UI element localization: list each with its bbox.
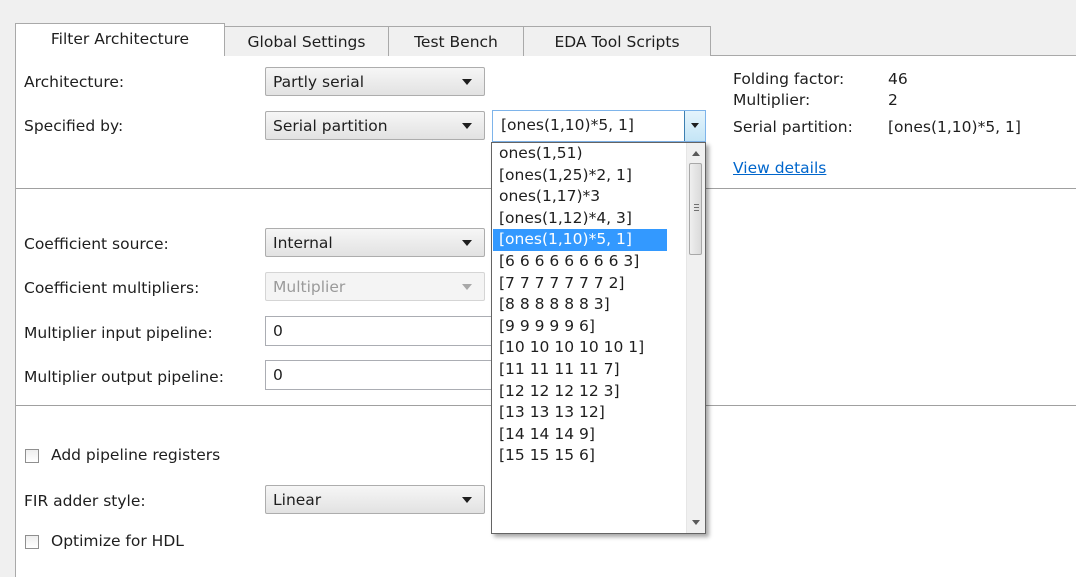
multiplier-value: 2 [888, 91, 898, 109]
multiplier-output-pipeline-label: Multiplier output pipeline: [24, 368, 224, 386]
coefficient-multipliers-label: Coefficient multipliers: [24, 279, 200, 297]
serial-partition-input[interactable]: [ones(1,10)*5, 1] [501, 115, 634, 135]
chevron-down-icon [462, 497, 472, 503]
dropdown-option[interactable]: [ones(1,12)*4, 3] [493, 208, 667, 230]
specified-by-value: Serial partition [273, 117, 388, 135]
folding-factor-value: 46 [888, 70, 908, 88]
dropdown-option[interactable]: ones(1,51) [493, 143, 667, 165]
chevron-down-icon [462, 284, 472, 290]
coefficient-source-select[interactable]: Internal [265, 228, 485, 257]
architecture-select[interactable]: Partly serial [265, 67, 485, 96]
field-value: 0 [273, 366, 283, 384]
serial-partition-combo[interactable]: [ones(1,10)*5, 1] [492, 110, 706, 142]
multiplier-label: Multiplier: [733, 91, 811, 109]
dropdown-option[interactable]: [12 12 12 12 3] [493, 381, 667, 403]
dropdown-option[interactable]: [10 10 10 10 10 1] [493, 337, 667, 359]
chevron-down-icon [462, 240, 472, 246]
dropdown-option[interactable]: [9 9 9 9 9 6] [493, 316, 667, 338]
coefficient-multipliers-value: Multiplier [273, 278, 346, 296]
multiplier-input-pipeline-field[interactable]: 0 [265, 316, 495, 346]
chevron-down-icon [691, 123, 699, 128]
architecture-value: Partly serial [273, 73, 365, 91]
multiplier-input-pipeline-label: Multiplier input pipeline: [24, 324, 213, 342]
grip-line [694, 207, 699, 208]
serial-partition-value: [ones(1,10)*5, 1] [888, 118, 1021, 136]
tab-test-bench[interactable]: Test Bench [388, 26, 524, 56]
dropdown-scrollbar[interactable] [686, 143, 705, 533]
chevron-down-icon [462, 123, 472, 129]
dropdown-option[interactable]: [14 14 14 9] [493, 424, 667, 446]
fir-adder-style-value: Linear [273, 491, 322, 509]
grip-line [694, 210, 699, 211]
coefficient-source-value: Internal [273, 234, 333, 252]
coefficient-multipliers-select: Multiplier [265, 272, 485, 301]
add-pipeline-registers-checkbox[interactable] [25, 449, 39, 463]
tab-label: Test Bench [414, 33, 498, 51]
tab-label: EDA Tool Scripts [554, 33, 680, 51]
scrollbar-thumb[interactable] [689, 163, 702, 255]
fir-adder-style-label: FIR adder style: [24, 492, 146, 510]
specified-by-label: Specified by: [24, 117, 124, 135]
tab-filter-architecture[interactable]: Filter Architecture [15, 23, 225, 56]
serial-partition-dropdown-list[interactable]: ones(1,51) [ones(1,25)*2, 1] ones(1,17)*3[… [491, 142, 706, 534]
dropdown-button[interactable] [684, 111, 705, 141]
dropdown-option[interactable]: [11 11 11 11 7] [493, 359, 667, 381]
dropdown-option[interactable]: [13 13 13 12] [493, 402, 667, 424]
dropdown-option[interactable]: [6 6 6 6 6 6 6 6 3] [493, 251, 667, 273]
dropdown-options: ones(1,51) [ones(1,25)*2, 1] ones(1,17)*3[… [493, 143, 667, 467]
dropdown-option[interactable]: [7 7 7 7 7 7 7 2] [493, 273, 667, 295]
specified-by-select[interactable]: Serial partition [265, 111, 485, 140]
folding-factor-label: Folding factor: [733, 70, 845, 88]
chevron-down-icon [462, 79, 472, 85]
tab-eda-tool-scripts[interactable]: EDA Tool Scripts [523, 26, 711, 56]
dropdown-option[interactable]: [15 15 15 6] [493, 445, 667, 467]
add-pipeline-registers-label: Add pipeline registers [51, 446, 221, 464]
optimize-for-hdl-label: Optimize for HDL [51, 532, 184, 550]
dropdown-option[interactable]: [ones(1,25)*2, 1] [493, 165, 667, 187]
scroll-up-icon[interactable] [692, 151, 700, 156]
field-value: 0 [273, 322, 283, 340]
serial-partition-label: Serial partition: [733, 118, 853, 136]
tab-label: Global Settings [247, 33, 366, 51]
multiplier-output-pipeline-field[interactable]: 0 [265, 360, 495, 390]
scroll-down-icon[interactable] [692, 520, 700, 525]
architecture-label: Architecture: [24, 73, 125, 91]
tab-label: Filter Architecture [50, 30, 190, 48]
dropdown-option[interactable]: [8 8 8 8 8 8 3] [493, 294, 667, 316]
view-details-link[interactable]: View details [733, 158, 826, 178]
coefficient-source-label: Coefficient source: [24, 235, 169, 253]
fir-adder-style-select[interactable]: Linear [265, 485, 485, 514]
dropdown-option[interactable]: ones(1,17)*3 [493, 186, 667, 208]
optimize-for-hdl-checkbox[interactable] [25, 535, 39, 549]
dropdown-option[interactable]: [ones(1,10)*5, 1] [493, 229, 667, 251]
tab-global-settings[interactable]: Global Settings [224, 26, 389, 56]
grip-line [694, 204, 699, 205]
